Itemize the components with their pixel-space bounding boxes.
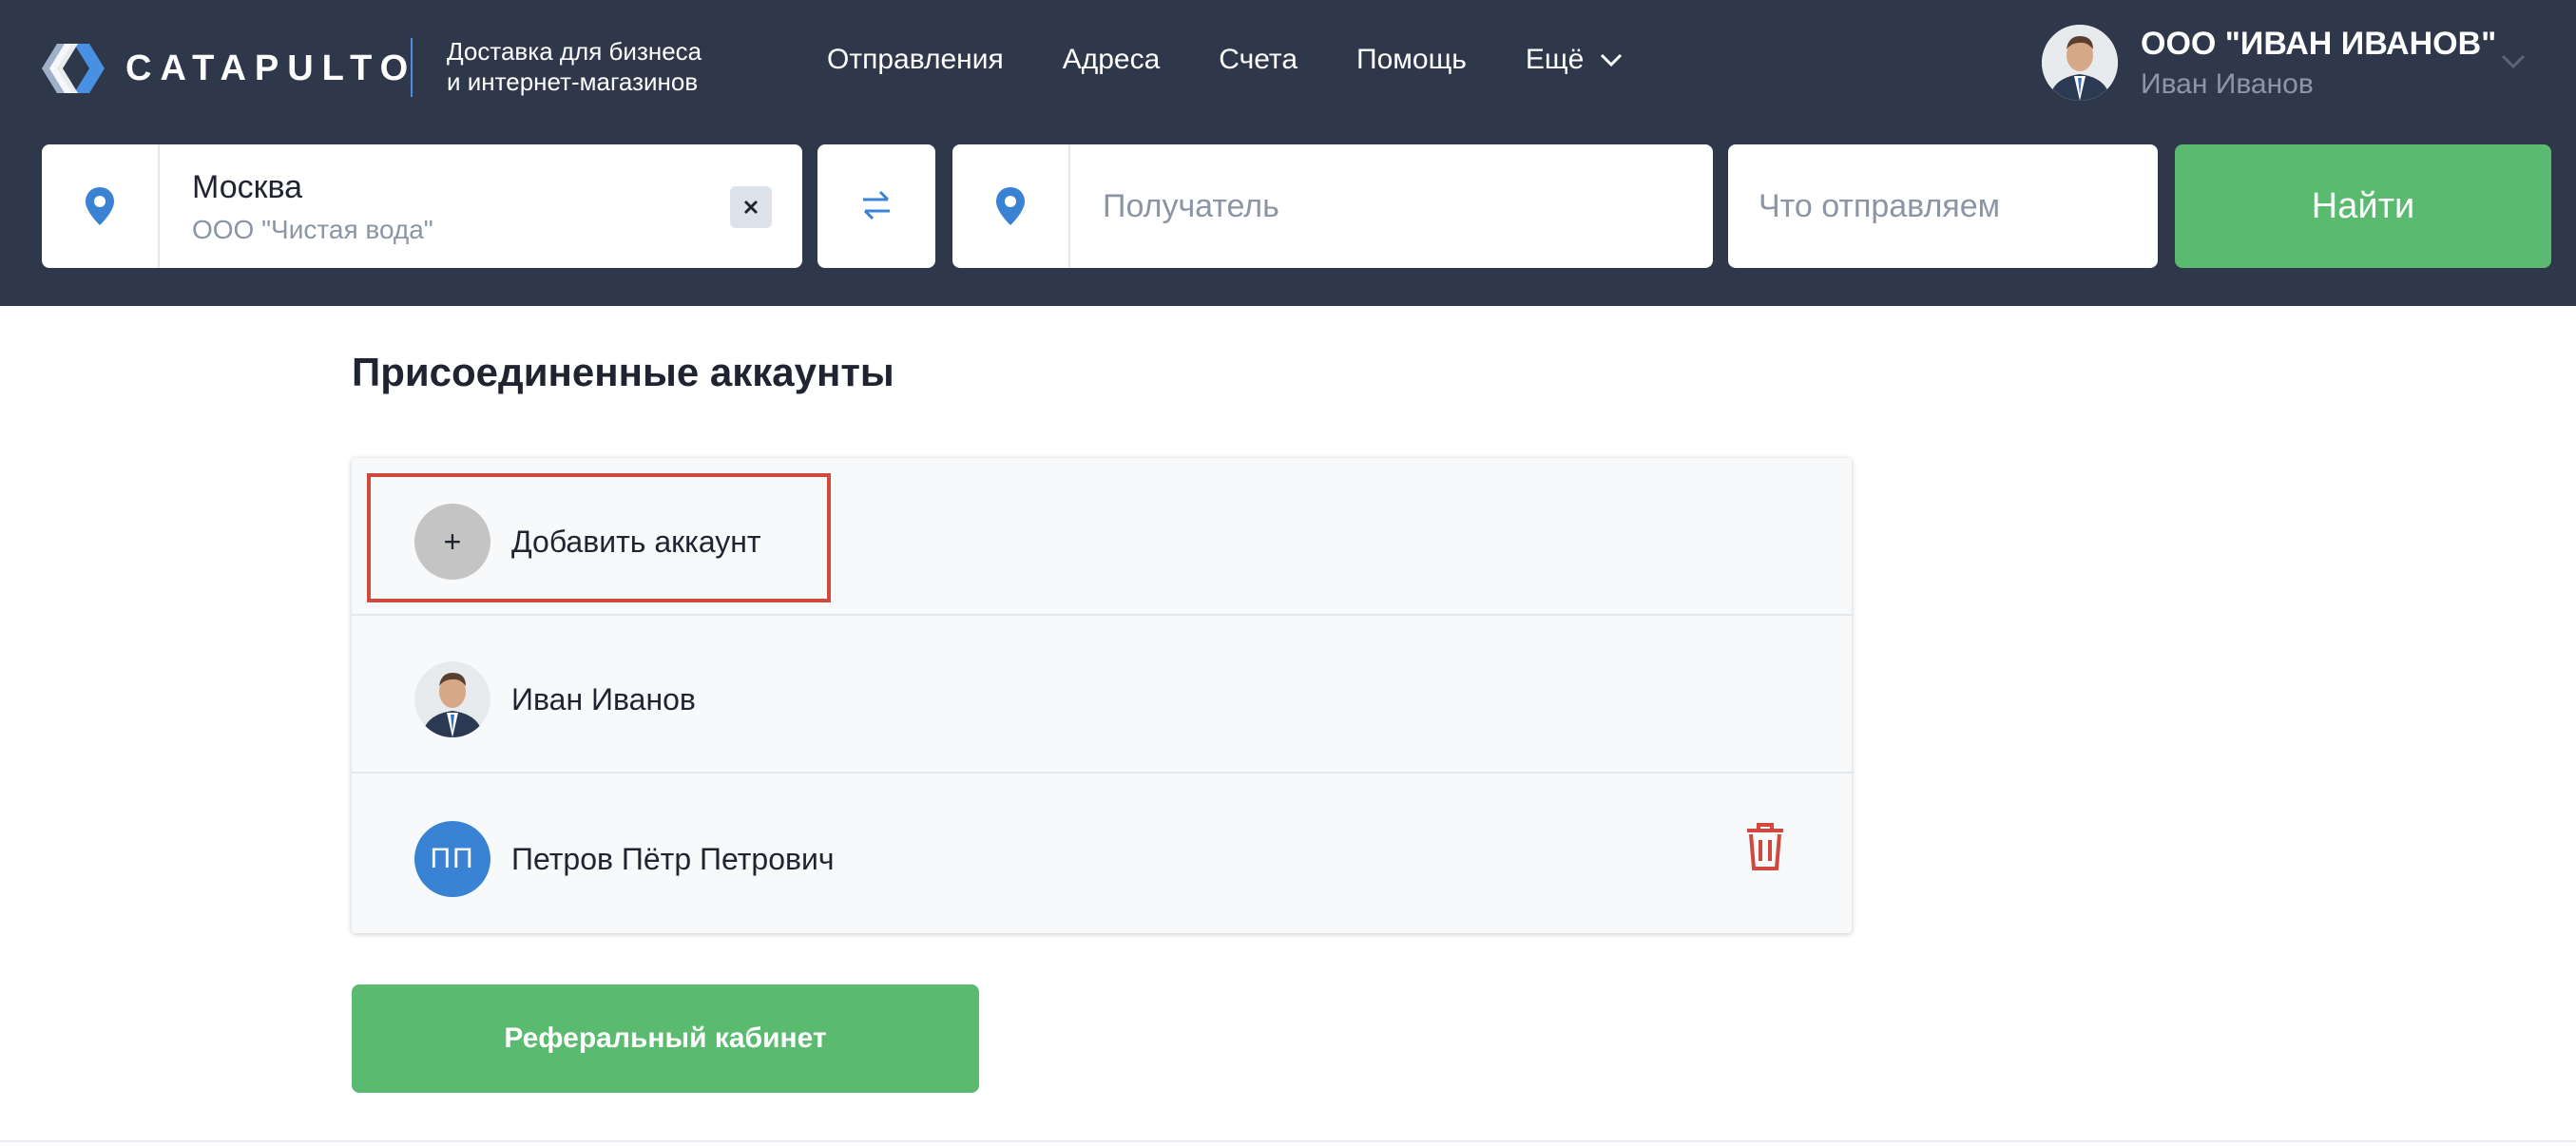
referral-cabinet-button[interactable]: Реферальный кабинет (352, 984, 979, 1093)
recipient-pin-cell (952, 144, 1070, 268)
list-item-account-1[interactable]: Иван Иванов (414, 661, 696, 737)
footer-divider (0, 1140, 2576, 1142)
logo[interactable]: CATAPULTO (40, 42, 416, 95)
location-pin-icon (996, 187, 1025, 225)
sender-city: Москва (192, 169, 303, 205)
add-account-label: Добавить аккаунт (511, 524, 761, 559)
account-avatar (414, 661, 490, 737)
user-photo-icon (2042, 25, 2118, 101)
user-photo-icon (414, 661, 490, 737)
profile-avatar (2042, 25, 2118, 101)
nav-item-invoices[interactable]: Счета (1219, 44, 1298, 76)
plus-icon: + (414, 504, 490, 580)
profile-text: ООО "ИВАН ИВАНОВ" Иван Иванов (2141, 26, 2496, 101)
swap-arrows-icon (863, 190, 890, 220)
profile-name: Иван Иванов (2141, 67, 2314, 100)
profile-chevron-down-icon[interactable] (2500, 53, 2527, 70)
sender-field[interactable]: Москва ООО "Чистая вода" (42, 144, 802, 268)
main-nav: Отправления Адреса Счета Помощь Ещё (827, 44, 1682, 76)
account-name: Петров Пётр Петрович (511, 841, 835, 876)
profile-org: ООО "ИВАН ИВАНОВ" (2141, 25, 2497, 62)
catapulto-logo-icon (42, 44, 105, 93)
brand-name: CATAPULTO (125, 48, 417, 88)
logo-divider (411, 38, 413, 97)
nav-item-more-label: Ещё (1525, 44, 1585, 75)
add-account-button[interactable]: + Добавить аккаунт (414, 504, 761, 580)
cargo-field[interactable]: Что отправляем (1728, 144, 2158, 268)
clear-sender-button[interactable] (730, 186, 772, 228)
find-button[interactable]: Найти (2175, 144, 2551, 268)
recipient-placeholder: Получатель (1103, 188, 1279, 224)
swap-button[interactable] (817, 144, 935, 268)
accounts-list: + Добавить аккаунт Иван Иванов ПП Петров… (352, 458, 1852, 933)
tagline-line-1: Доставка для бизнеса (447, 37, 702, 66)
row-divider (352, 772, 1852, 774)
top-header: CATAPULTO Доставка для бизнеса и интерне… (0, 0, 2576, 306)
nav-item-shipments[interactable]: Отправления (827, 44, 1004, 76)
tagline-line-2: и интернет-магазинов (447, 67, 699, 96)
sender-org: ООО "Чистая вода" (192, 215, 433, 244)
recipient-field[interactable]: Получатель (952, 144, 1713, 268)
sender-pin-cell (42, 144, 160, 268)
close-icon (743, 200, 759, 215)
row-divider (352, 614, 1852, 616)
page-title: Присоединенные аккаунты (352, 350, 894, 394)
account-initials-avatar: ПП (414, 821, 490, 897)
account-name: Иван Иванов (511, 681, 696, 716)
list-item-account-2[interactable]: ПП Петров Пётр Петрович (414, 821, 835, 897)
cargo-placeholder: Что отправляем (1759, 188, 2000, 224)
tagline: Доставка для бизнеса и интернет-магазино… (447, 36, 702, 97)
page: CATAPULTO Доставка для бизнеса и интерне… (0, 0, 2576, 1146)
trash-icon[interactable] (1743, 821, 1787, 872)
nav-item-more[interactable]: Ещё (1526, 44, 1624, 76)
location-pin-icon (86, 187, 114, 225)
nav-item-addresses[interactable]: Адреса (1063, 44, 1161, 76)
profile-menu[interactable]: ООО "ИВАН ИВАНОВ" Иван Иванов (2042, 25, 2496, 101)
chevron-down-icon (1601, 53, 1623, 67)
nav-item-help[interactable]: Помощь (1356, 44, 1467, 76)
